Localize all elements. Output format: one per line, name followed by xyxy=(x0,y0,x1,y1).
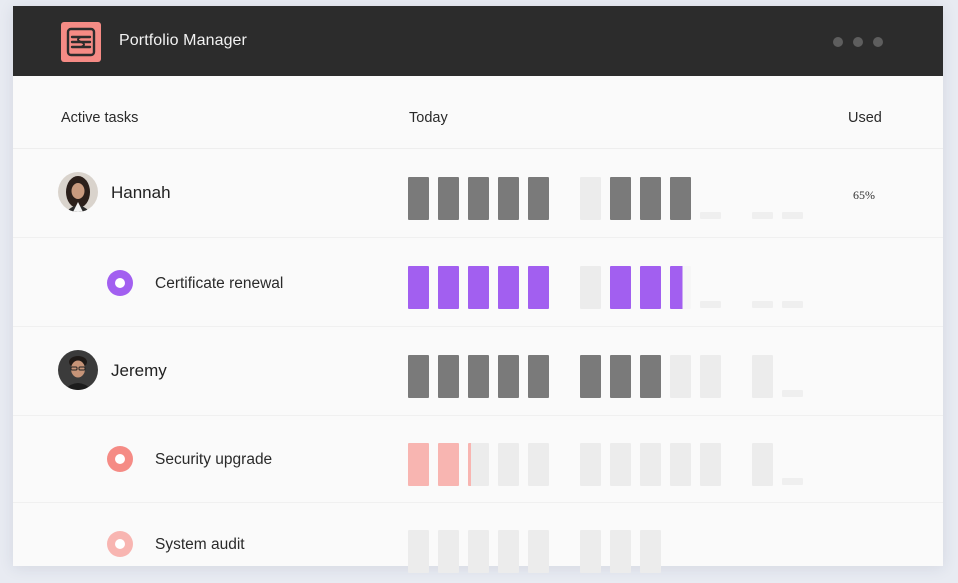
today-bar xyxy=(580,443,601,486)
today-bar xyxy=(498,266,519,309)
today-bars xyxy=(408,416,808,502)
today-bar xyxy=(438,530,459,573)
today-bar xyxy=(528,177,549,220)
today-bar xyxy=(580,177,601,220)
today-bar xyxy=(438,355,459,398)
today-bar xyxy=(670,266,691,309)
today-bar xyxy=(610,177,631,220)
today-bar xyxy=(498,530,519,573)
today-bar xyxy=(700,443,721,486)
today-bars xyxy=(408,238,808,326)
today-bar xyxy=(580,530,601,573)
today-bar xyxy=(752,212,773,219)
column-header-active-tasks[interactable]: Active tasks xyxy=(61,110,138,126)
task-name: Certificate renewal xyxy=(155,275,284,292)
status-ring-icon xyxy=(107,531,133,557)
task-name: Security upgrade xyxy=(155,451,273,468)
today-bar xyxy=(408,266,429,309)
column-header-today[interactable]: Today xyxy=(409,110,448,126)
today-bar xyxy=(640,530,661,573)
today-bar xyxy=(782,301,803,308)
today-bar xyxy=(468,177,489,220)
today-bar xyxy=(468,443,489,486)
today-bar xyxy=(580,266,601,309)
today-bar xyxy=(640,443,661,486)
table-row-hannah[interactable]: Hannah 65% xyxy=(13,149,943,238)
table-row-jeremy[interactable]: Jeremy xyxy=(13,327,943,416)
title-bar: Portfolio Manager xyxy=(13,6,943,76)
status-ring-icon xyxy=(107,446,133,472)
today-bar xyxy=(610,355,631,398)
avatar-jeremy[interactable] xyxy=(58,350,98,390)
more-options-icon[interactable] xyxy=(833,37,883,47)
today-bar xyxy=(782,390,803,397)
app-title: Portfolio Manager xyxy=(119,32,247,49)
today-bar xyxy=(528,355,549,398)
dot-icon xyxy=(873,37,883,47)
today-bar xyxy=(438,266,459,309)
used-percentage: 65% xyxy=(853,188,875,202)
today-bar xyxy=(782,212,803,219)
today-bar xyxy=(752,355,773,398)
today-bar xyxy=(498,355,519,398)
today-bar xyxy=(752,301,773,308)
today-bar xyxy=(670,443,691,486)
today-bar xyxy=(528,266,549,309)
today-bars xyxy=(408,327,808,415)
dot-icon xyxy=(833,37,843,47)
today-bar xyxy=(700,212,721,219)
today-bar xyxy=(408,443,429,486)
today-bar xyxy=(408,355,429,398)
today-bar xyxy=(468,355,489,398)
today-bar xyxy=(610,443,631,486)
today-bar xyxy=(528,530,549,573)
today-bar xyxy=(752,443,773,486)
today-bar xyxy=(498,443,519,486)
app-window: Portfolio Manager Active tasks Today Use… xyxy=(13,6,943,573)
today-bar xyxy=(610,530,631,573)
app-logo-icon[interactable] xyxy=(61,22,101,62)
today-bar xyxy=(438,443,459,486)
today-bars xyxy=(408,149,808,237)
today-bar xyxy=(700,301,721,308)
today-bars xyxy=(408,503,808,583)
today-bar xyxy=(468,266,489,309)
status-ring-icon xyxy=(107,270,133,296)
table-row-certificate-renewal[interactable]: Certificate renewal xyxy=(13,238,943,327)
table-header: Active tasks Today Used xyxy=(13,76,943,149)
today-bar xyxy=(438,177,459,220)
today-bar xyxy=(670,355,691,398)
today-bar xyxy=(580,355,601,398)
table-row-security-upgrade[interactable]: Security upgrade xyxy=(13,416,943,503)
today-bar xyxy=(700,355,721,398)
today-bar xyxy=(670,177,691,220)
today-bar xyxy=(640,177,661,220)
table-row-system-audit[interactable]: System audit xyxy=(13,503,943,583)
today-bar xyxy=(408,177,429,220)
person-name: Hannah xyxy=(111,183,171,202)
person-name: Jeremy xyxy=(111,361,167,380)
dot-icon xyxy=(853,37,863,47)
today-bar xyxy=(640,266,661,309)
today-bar xyxy=(782,478,803,485)
avatar-hannah[interactable] xyxy=(58,172,98,212)
today-bar xyxy=(408,530,429,573)
today-bar xyxy=(468,530,489,573)
task-name: System audit xyxy=(155,536,245,553)
today-bar xyxy=(528,443,549,486)
today-bar xyxy=(498,177,519,220)
today-bar xyxy=(610,266,631,309)
today-bar xyxy=(640,355,661,398)
column-header-used[interactable]: Used xyxy=(848,110,882,126)
